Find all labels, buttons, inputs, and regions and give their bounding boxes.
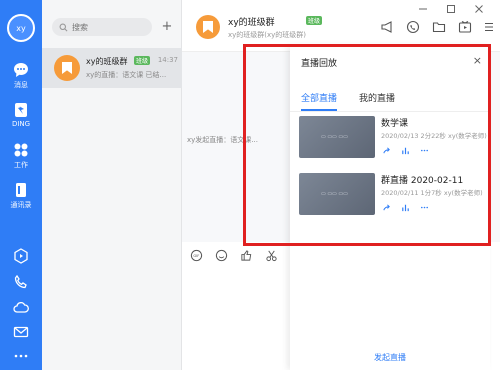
chat-name: xy的班级群 (86, 57, 128, 66)
thumbnail-watermark: ▭ ▭▭ ▭▭ (321, 191, 348, 197)
thumbnail-watermark: ▭ ▭▭ ▭▭ (321, 134, 348, 140)
nav-contacts[interactable]: 通讯录 (0, 182, 42, 210)
chat-list: + xy的班级群 班级 14:37 xy的直播：语文课 已结... (42, 0, 182, 370)
group-avatar[interactable] (196, 15, 220, 39)
chat-time: 14:37 (157, 56, 178, 64)
more-icon[interactable] (13, 348, 29, 364)
search-icon (59, 23, 68, 31)
nav-ding[interactable]: DING (0, 102, 42, 128)
panel-tabs: 全部直播 我的直播 (290, 88, 490, 112)
ding-icon (15, 103, 27, 117)
stats-icon[interactable] (401, 203, 410, 212)
nav-work[interactable]: 工作 (0, 142, 42, 170)
tab-my-live[interactable]: 我的直播 (359, 91, 395, 104)
emoji-icon[interactable] (215, 249, 228, 262)
phone-icon[interactable] (13, 274, 29, 290)
call-icon[interactable] (406, 20, 420, 34)
minimize-icon[interactable] (418, 4, 428, 14)
search-box[interactable] (52, 18, 152, 36)
megaphone-icon[interactable] (380, 20, 394, 34)
nav-ding-label: DING (11, 120, 31, 128)
more-icon[interactable] (420, 203, 429, 212)
record-title: 群直播 2020-02-11 (381, 176, 464, 186)
tab-all-live[interactable]: 全部直播 (301, 91, 338, 111)
live-message[interactable]: xy发起直播：语文课... (187, 135, 258, 145)
search-input[interactable] (72, 22, 152, 32)
stats-icon[interactable] (401, 146, 410, 155)
close-panel-button[interactable]: × (473, 54, 482, 67)
chat-bubble-icon (14, 63, 28, 77)
svg-text:GIF: GIF (193, 254, 199, 258)
nav-contacts-label: 通讯录 (10, 201, 32, 209)
panel-title: 直播回放 (301, 59, 338, 69)
maximize-icon[interactable] (446, 4, 456, 14)
live-replay-panel: 直播回放 × 全部直播 我的直播 ▭ ▭▭ ▭▭ 数学课 2020/02/13 … (290, 46, 490, 370)
conversation-subtitle: xy的班级群(xy的班级群) (228, 31, 307, 39)
close-window-icon[interactable] (474, 4, 484, 14)
record-title: 数学课 (381, 119, 409, 129)
start-live-button[interactable]: 发起直播 (290, 352, 490, 363)
video-icon[interactable] (13, 248, 29, 264)
record-thumbnail[interactable]: ▭ ▭▭ ▭▭ (299, 173, 375, 215)
left-rail: xy 消息 DING 工作 通讯录 (0, 0, 42, 370)
cloud-icon[interactable] (13, 300, 29, 316)
chat-list-item[interactable]: xy的班级群 班级 14:37 xy的直播：语文课 已结... (42, 48, 182, 88)
record-meta: 2020/02/11 1分7秒 xy(数学老师) (381, 189, 483, 197)
gif-icon[interactable]: GIF (190, 249, 203, 262)
apps-grid-icon (14, 143, 28, 157)
thumbs-up-icon[interactable] (240, 249, 253, 262)
record-meta: 2020/02/13 2分22秒 xy(数学老师) (381, 132, 487, 140)
share-icon[interactable] (382, 146, 391, 155)
conversation-header: xy的班级群 班级 xy的班级群(xy的班级群) (182, 0, 500, 52)
live-record[interactable]: ▭ ▭▭ ▭▭ 数学课 2020/02/13 2分22秒 xy(数学老师) (299, 116, 489, 160)
live-replay-icon[interactable] (458, 20, 472, 34)
nav-work-label: 工作 (14, 161, 28, 169)
nav-messages-label: 消息 (14, 81, 28, 89)
record-actions (382, 203, 429, 212)
add-button[interactable]: + (159, 19, 175, 35)
folder-icon[interactable] (432, 20, 446, 34)
mail-icon[interactable] (13, 324, 29, 340)
conversation-title[interactable]: xy的班级群 (228, 15, 275, 28)
contacts-icon (16, 183, 26, 197)
class-badge: 班级 (306, 16, 323, 25)
scissors-icon[interactable] (265, 249, 278, 262)
more-options-icon[interactable] (482, 20, 496, 34)
record-thumbnail[interactable]: ▭ ▭▭ ▭▭ (299, 116, 375, 158)
nav-messages[interactable]: 消息 (0, 62, 42, 90)
record-actions (382, 146, 429, 155)
chat-preview: xy的直播：语文课 已结... (86, 71, 167, 79)
share-icon[interactable] (382, 203, 391, 212)
live-record[interactable]: ▭ ▭▭ ▭▭ 群直播 2020-02-11 2020/02/11 1分7秒 x… (299, 173, 489, 217)
class-badge: 班级 (134, 56, 151, 65)
more-icon[interactable] (420, 146, 429, 155)
group-avatar (54, 55, 80, 81)
avatar[interactable]: xy (7, 14, 35, 42)
